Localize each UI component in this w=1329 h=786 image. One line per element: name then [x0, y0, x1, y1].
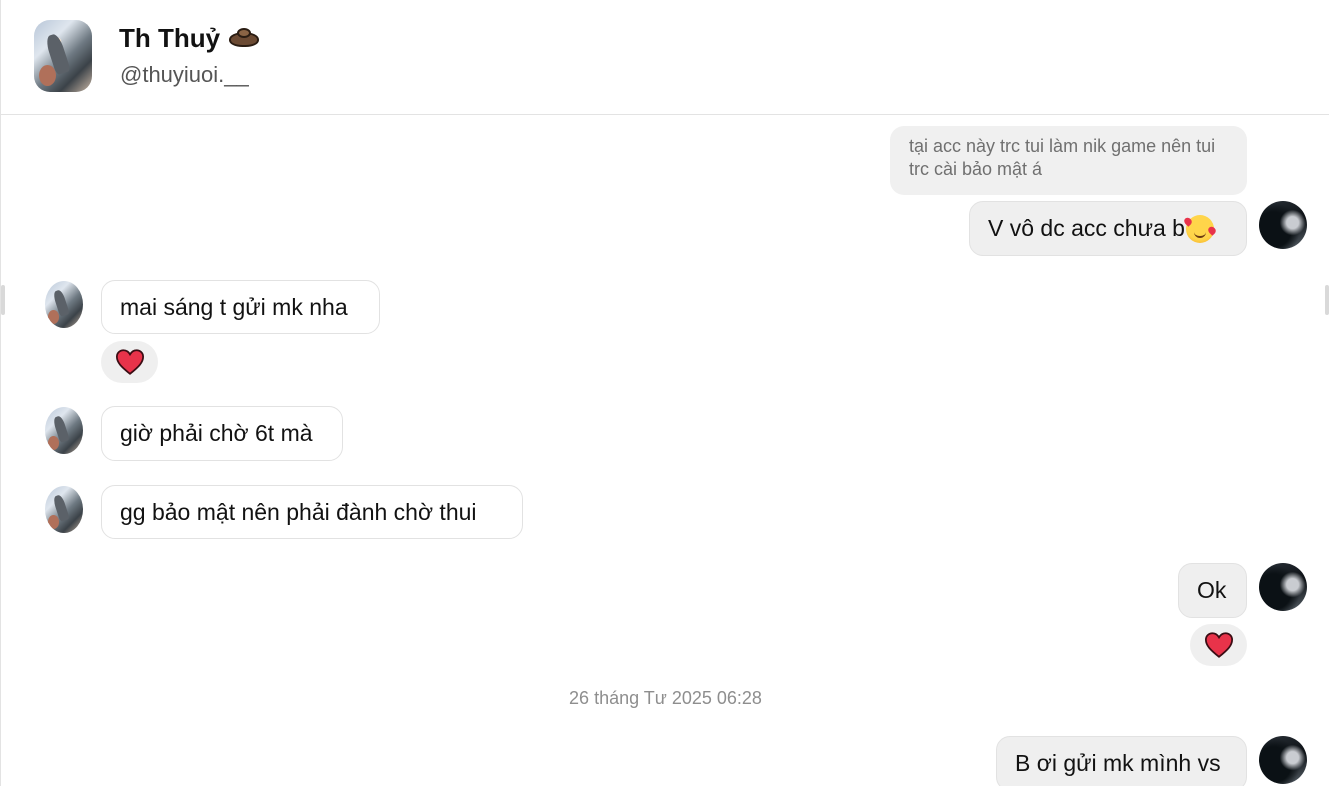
message-bubble-theirs[interactable]: giờ phải chờ 6t mà [101, 406, 343, 461]
message-text: giờ phải chờ 6t mà [120, 420, 313, 446]
message-text: Ok [1197, 577, 1227, 603]
my-avatar[interactable] [1259, 736, 1307, 784]
message-bubble-mine[interactable]: V vô dc acc chưa b [969, 201, 1247, 256]
message-text: gg bảo mật nên phải đành chờ thui [120, 498, 477, 525]
my-avatar[interactable] [1259, 563, 1307, 611]
contact-handle: @thuyiuoi.__ [120, 62, 249, 87]
contact-name-row[interactable]: Th Thuỷ [119, 22, 260, 54]
contact-avatar-small[interactable] [45, 281, 83, 328]
reaction-badge[interactable] [101, 341, 158, 383]
contact-name: Th Thuỷ [119, 22, 221, 53]
contact-avatar-small[interactable] [45, 486, 83, 533]
smiling-face-with-hearts-icon [1182, 214, 1218, 243]
message-timestamp: 26 tháng Tư 2025 06:28 [569, 688, 762, 708]
contact-avatar-small[interactable] [45, 407, 83, 454]
heart-icon [115, 349, 144, 375]
my-avatar[interactable] [1259, 201, 1307, 249]
left-edge-handle [1, 285, 5, 315]
message-bubble-theirs[interactable]: mai sáng t gửi mk nha [101, 280, 380, 334]
reaction-badge[interactable] [1190, 624, 1247, 666]
heart-icon [1204, 632, 1233, 658]
message-bubble-theirs[interactable]: gg bảo mật nên phải đành chờ thui [101, 485, 523, 539]
chat-window: Th Thuỷ @thuyiuoi.__ tại acc này trc tui… [0, 0, 1329, 786]
message-text: B ơi gửi mk mình vs [1015, 750, 1221, 776]
message-text: mai sáng t gửi mk nha [120, 293, 348, 320]
contact-avatar[interactable] [34, 20, 92, 92]
message-text: V vô dc acc chưa b [988, 215, 1185, 241]
message-bubble-mine[interactable]: Ok [1178, 563, 1247, 618]
chat-header: Th Thuỷ @thuyiuoi.__ [1, 0, 1329, 115]
right-edge-handle [1325, 285, 1329, 315]
quoted-reply[interactable]: tại acc này trc tui làm nik game nên tui… [890, 126, 1247, 195]
message-bubble-mine[interactable]: B ơi gửi mk mình vs [996, 736, 1247, 786]
otter-emoji-icon [228, 28, 260, 48]
